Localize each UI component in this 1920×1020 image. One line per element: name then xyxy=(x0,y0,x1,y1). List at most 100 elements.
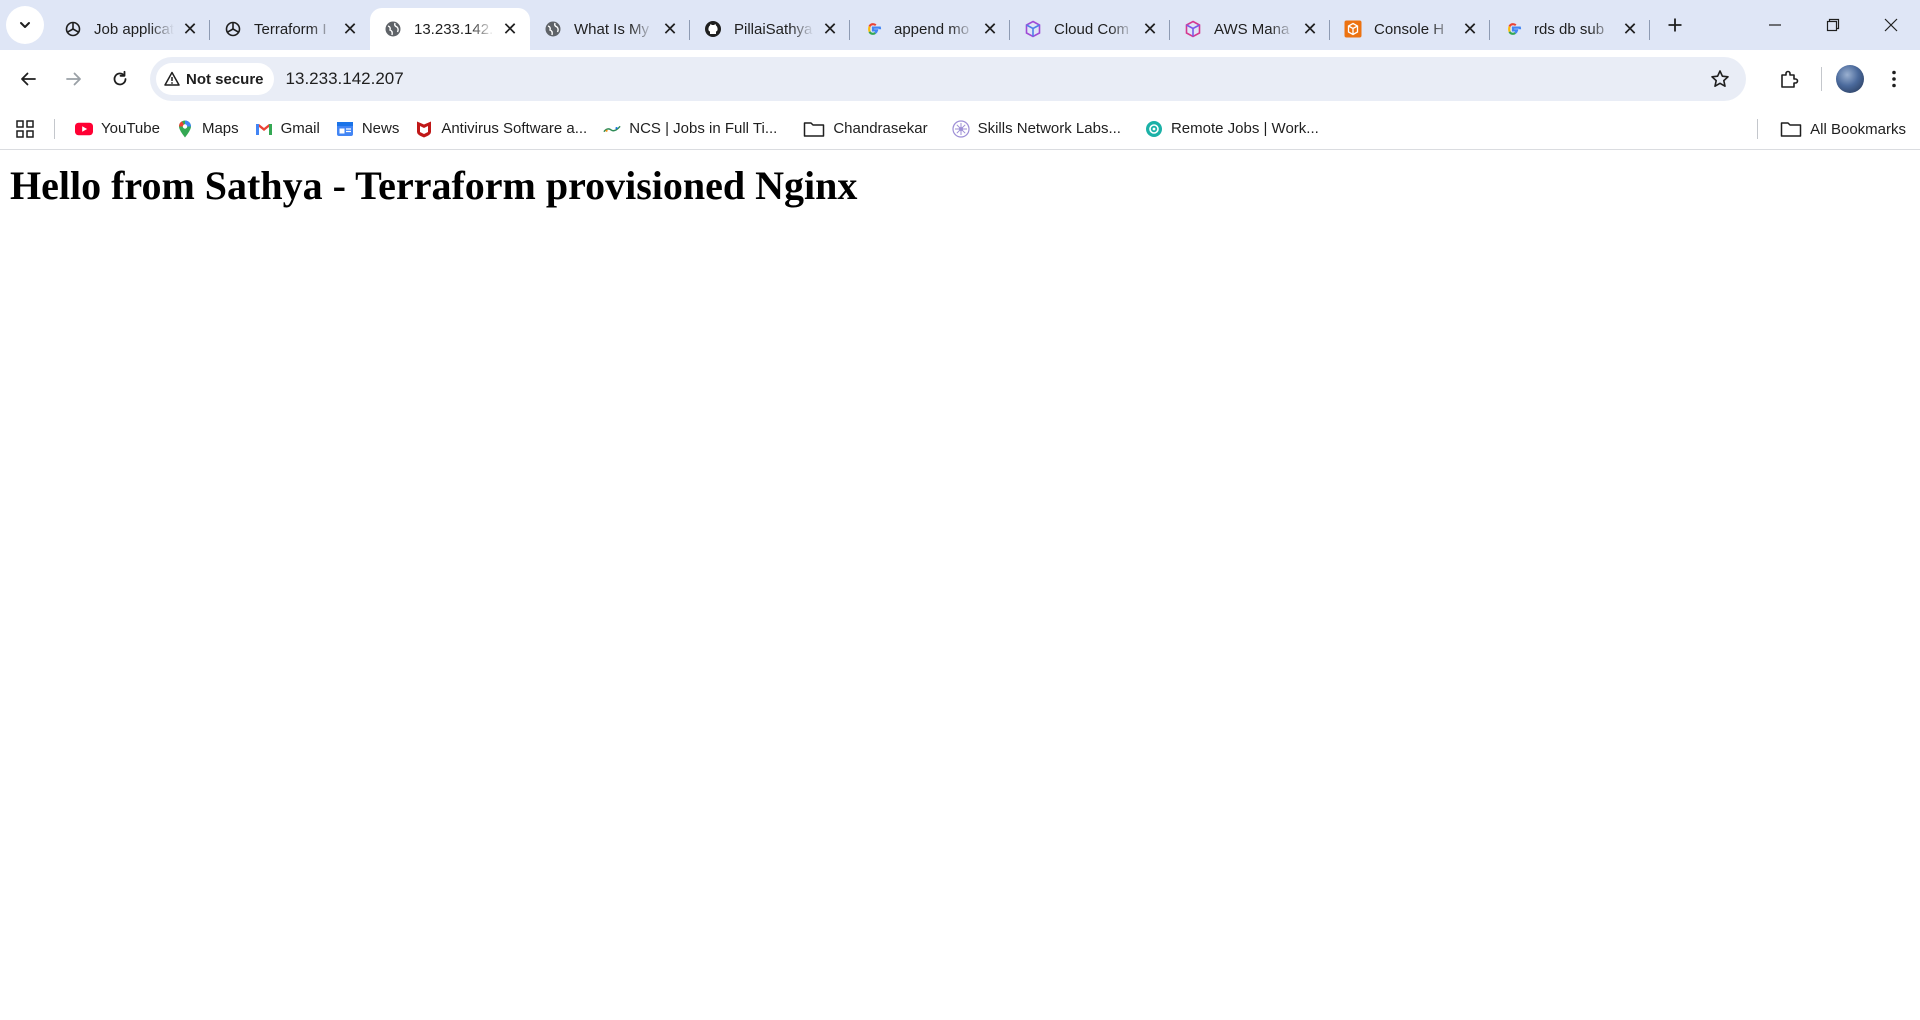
tab-title: Console H xyxy=(1374,20,1445,38)
tab-list: Job applicati ✕ Terraform I ✕ 13.233.142… xyxy=(50,0,1650,50)
bookmark-label: NCS | Jobs in Full Ti... xyxy=(629,120,778,137)
close-icon[interactable]: ✕ xyxy=(820,19,840,39)
extensions-button[interactable] xyxy=(1769,59,1809,99)
minimize-button[interactable] xyxy=(1746,0,1804,50)
bookmark-remote-jobs[interactable]: Remote Jobs | Work... xyxy=(1137,114,1327,144)
tab[interactable]: AWS Mana ✕ xyxy=(1170,8,1330,50)
new-tab-button[interactable] xyxy=(1658,8,1692,42)
bookmark-youtube[interactable]: YouTube xyxy=(67,114,168,144)
tab-title: Cloud Com xyxy=(1054,20,1130,38)
tab-strip: Job applicati ✕ Terraform I ✕ 13.233.142… xyxy=(0,0,1920,50)
all-bookmarks-separator xyxy=(1757,119,1758,139)
more-vert-icon xyxy=(1892,70,1896,88)
tab[interactable]: append mo ✕ xyxy=(850,8,1010,50)
close-icon xyxy=(1884,18,1898,32)
all-bookmarks-label: All Bookmarks xyxy=(1810,120,1906,138)
bookmark-antivirus[interactable]: Antivirus Software a... xyxy=(407,114,595,144)
close-icon[interactable]: ✕ xyxy=(180,19,200,39)
openai-icon xyxy=(224,20,242,38)
close-window-button[interactable] xyxy=(1862,0,1920,50)
cloud-cube-icon xyxy=(1024,20,1042,38)
bookmark-label: Remote Jobs | Work... xyxy=(1170,120,1319,137)
close-icon[interactable]: ✕ xyxy=(660,19,680,39)
tab[interactable]: Terraform I ✕ xyxy=(210,8,370,50)
minimize-icon xyxy=(1769,24,1781,26)
cloud-cube-icon xyxy=(1184,20,1202,38)
all-bookmarks-button[interactable]: All Bookmarks xyxy=(1780,114,1906,144)
bookmarks-separator xyxy=(54,118,55,139)
browser-menu-button[interactable] xyxy=(1882,59,1906,99)
globe-icon xyxy=(544,20,562,38)
bookmark-gmail[interactable]: Gmail xyxy=(247,114,328,144)
page-content: Hello from Sathya - Terraform provisione… xyxy=(0,151,1920,1020)
warning-icon xyxy=(164,71,180,86)
chevron-down-icon xyxy=(20,22,30,28)
close-icon[interactable]: ✕ xyxy=(340,19,360,39)
google-icon xyxy=(1504,20,1522,38)
tab-separator xyxy=(1649,20,1650,40)
bookmark-maps[interactable]: Maps xyxy=(168,114,247,144)
star-icon xyxy=(1711,70,1729,87)
bookmark-label: Gmail xyxy=(280,120,320,137)
bookmark-label: YouTube xyxy=(101,120,160,137)
back-button[interactable] xyxy=(8,59,48,99)
bookmark-label: News xyxy=(361,120,400,137)
security-label: Not secure xyxy=(186,70,264,88)
tab[interactable]: Cloud Com ✕ xyxy=(1010,8,1170,50)
maps-icon xyxy=(176,120,194,138)
github-icon xyxy=(704,20,722,38)
bookmark-label: Antivirus Software a... xyxy=(441,120,588,137)
skills-network-icon xyxy=(951,119,970,138)
bookmark-skills-network[interactable]: Skills Network Labs... xyxy=(944,114,1129,144)
tab[interactable]: PillaiSathya ✕ xyxy=(690,8,850,50)
tab[interactable]: Console H ✕ xyxy=(1330,8,1490,50)
browser-toolbar: Not secure 13.233.142.207 xyxy=(0,50,1920,108)
google-icon xyxy=(864,20,882,38)
tab[interactable]: rds db sub ✕ xyxy=(1490,8,1650,50)
close-icon[interactable]: ✕ xyxy=(1140,19,1160,39)
bookmark-ncs[interactable]: NCS | Jobs in Full Ti... xyxy=(595,114,785,144)
tab-title: What Is My IP xyxy=(574,20,654,38)
puzzle-icon xyxy=(1781,70,1799,88)
restore-button[interactable] xyxy=(1804,0,1862,50)
profile-avatar[interactable] xyxy=(1836,65,1864,93)
bookmark-folder-chandrasekar[interactable]: Chandrasekar xyxy=(795,114,935,144)
reload-button[interactable] xyxy=(100,59,140,99)
tab-title: AWS Mana xyxy=(1214,20,1290,38)
tab-active[interactable]: 13.233.142.207 ✕ xyxy=(370,8,530,50)
tab-title: 13.233.142.207 xyxy=(414,20,494,38)
gmail-icon xyxy=(255,120,273,138)
window-controls xyxy=(1746,0,1920,50)
tab[interactable]: What Is My IP ✕ xyxy=(530,8,690,50)
arrow-right-icon xyxy=(66,72,81,86)
url-text[interactable]: 13.233.142.207 xyxy=(286,69,404,89)
tab-title: Job applicati xyxy=(94,20,174,38)
page-heading: Hello from Sathya - Terraform provisione… xyxy=(10,163,858,208)
restore-icon xyxy=(1826,18,1840,32)
close-icon[interactable]: ✕ xyxy=(500,19,520,39)
forward-button[interactable] xyxy=(54,59,94,99)
apps-button[interactable] xyxy=(12,116,38,142)
tab-search-button[interactable] xyxy=(6,6,44,44)
bookmark-label: Chandrasekar xyxy=(833,120,928,137)
bookmark-star-button[interactable] xyxy=(1708,67,1732,91)
security-indicator[interactable]: Not secure xyxy=(156,63,274,95)
toolbar-divider xyxy=(1821,67,1822,91)
apps-grid-icon xyxy=(16,119,34,138)
close-icon[interactable]: ✕ xyxy=(980,19,1000,39)
close-icon[interactable]: ✕ xyxy=(1620,19,1640,39)
plus-icon xyxy=(1668,18,1682,32)
aws-console-icon xyxy=(1344,20,1362,38)
ncs-icon xyxy=(603,120,621,138)
close-icon[interactable]: ✕ xyxy=(1300,19,1320,39)
address-bar[interactable]: Not secure 13.233.142.207 xyxy=(150,57,1746,101)
bookmark-label: Skills Network Labs... xyxy=(977,120,1121,137)
close-icon[interactable]: ✕ xyxy=(1460,19,1480,39)
arrow-left-icon xyxy=(21,72,36,86)
openai-icon xyxy=(64,20,82,38)
remote-jobs-icon xyxy=(1145,120,1163,138)
tab[interactable]: Job applicati ✕ xyxy=(50,8,210,50)
bookmark-news[interactable]: News xyxy=(328,114,408,144)
bookmark-label: Maps xyxy=(201,120,239,137)
tab-title: PillaiSathya xyxy=(734,20,813,38)
